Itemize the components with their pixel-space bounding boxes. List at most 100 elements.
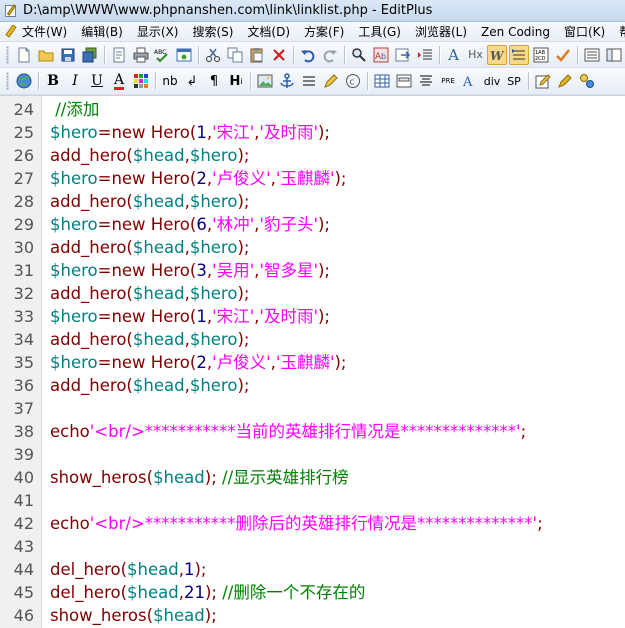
- code-token: echo: [50, 514, 90, 533]
- code-line[interactable]: 36 add_hero($head,$hero);: [0, 374, 625, 397]
- menu-project[interactable]: 方案(F): [297, 22, 351, 42]
- line-number: 45: [13, 583, 34, 602]
- new-file-button[interactable]: [14, 45, 34, 65]
- check-syntax-button[interactable]: [553, 45, 573, 65]
- code-line[interactable]: 29 $hero=new Hero(6,'林冲','豹子头');: [0, 213, 625, 236]
- goto-button[interactable]: [393, 45, 413, 65]
- word-wrap-button[interactable]: W: [487, 44, 508, 65]
- code-line[interactable]: 34 add_hero($head,$hero);: [0, 328, 625, 351]
- code-line[interactable]: 42 echo'<br/>***********删除后的英雄排行情况是******…: [0, 512, 625, 535]
- code-line[interactable]: 45 del_hero($head,21); //删除一个不存在的: [0, 581, 625, 604]
- code-line[interactable]: 43: [0, 535, 625, 558]
- div-button[interactable]: div: [482, 71, 502, 91]
- span-button[interactable]: SP: [504, 71, 524, 91]
- code-line[interactable]: 44 del_hero($head,1);: [0, 558, 625, 581]
- table-button[interactable]: [372, 71, 392, 91]
- code-token: =: [97, 307, 112, 326]
- redo-button[interactable]: [320, 45, 340, 65]
- menu-search[interactable]: 搜索(S): [185, 22, 240, 42]
- edit-tag-button[interactable]: [533, 71, 553, 91]
- menu-view[interactable]: 显示(X): [130, 22, 186, 42]
- anchor-button[interactable]: [277, 71, 297, 91]
- directory-window-button[interactable]: [582, 45, 602, 65]
- menu-tools[interactable]: 工具(G): [351, 22, 408, 42]
- code-line[interactable]: 28 add_hero($head,$hero);: [0, 190, 625, 213]
- cut-button[interactable]: [203, 45, 223, 65]
- code-line[interactable]: 24 //添加: [0, 98, 625, 121]
- image-button[interactable]: [255, 71, 275, 91]
- line-number-button[interactable]: 1AB 2CD: [531, 45, 551, 65]
- line-break-button[interactable]: ↲: [182, 71, 202, 91]
- nbsp-button[interactable]: nb: [160, 71, 180, 91]
- paragraph-button[interactable]: ¶: [204, 71, 224, 91]
- ruler-button[interactable]: [509, 44, 530, 65]
- code-token: $hero: [189, 238, 238, 257]
- copy-button[interactable]: [225, 45, 245, 65]
- delete-button[interactable]: [269, 45, 289, 65]
- hx-button[interactable]: Hx: [466, 45, 486, 65]
- code-line[interactable]: 46 show_heros($head);: [0, 604, 625, 627]
- underline-button[interactable]: U: [87, 71, 107, 91]
- browser-button[interactable]: [14, 71, 34, 91]
- paste-button[interactable]: [247, 45, 267, 65]
- code-line[interactable]: 41: [0, 489, 625, 512]
- cliptext-button[interactable]: [604, 45, 624, 65]
- code-token: 21: [183, 583, 205, 602]
- open-file-button[interactable]: [36, 45, 56, 65]
- code-token: new Hero(: [111, 261, 197, 280]
- toolbar-grip[interactable]: [6, 72, 9, 90]
- heading-button[interactable]: Hi: [226, 71, 246, 91]
- color-picker-button[interactable]: [131, 71, 151, 91]
- print-preview-button[interactable]: [109, 45, 129, 65]
- code-line[interactable]: 33 $hero=new Hero(1,'宋江','及时雨');: [0, 305, 625, 328]
- find-button[interactable]: [349, 45, 369, 65]
- code-token: );: [317, 215, 330, 234]
- code-editor[interactable]: 24 //添加 25 $hero=new Hero(1,'宋江','及时雨'); 26…: [0, 95, 625, 628]
- menu-document[interactable]: 文档(D): [240, 22, 297, 42]
- settings-button[interactable]: [577, 71, 597, 91]
- indent-button[interactable]: [415, 45, 435, 65]
- copyright-button[interactable]: c: [343, 71, 363, 91]
- form-button[interactable]: [394, 71, 414, 91]
- window-list-icon: [584, 48, 600, 61]
- font-color-button[interactable]: A: [109, 71, 129, 91]
- menu-edit[interactable]: 编辑(B): [74, 22, 130, 42]
- horizontal-rule-button[interactable]: [299, 71, 319, 91]
- align-button[interactable]: [416, 71, 436, 91]
- save-all-button[interactable]: [80, 45, 100, 65]
- code-line[interactable]: 27 $hero=new Hero(2,'卢俊义','玉麒麟');: [0, 167, 625, 190]
- font-button[interactable]: A: [460, 71, 480, 91]
- code-line[interactable]: 38 echo'<br/>***********当前的英雄排行情况是*******…: [0, 420, 625, 443]
- script-button[interactable]: [555, 71, 575, 91]
- menu-window[interactable]: 窗口(K): [557, 22, 612, 42]
- comment-button[interactable]: [321, 71, 341, 91]
- font-size-button[interactable]: A: [444, 45, 464, 65]
- code-token: $hero: [50, 307, 98, 326]
- menu-browser[interactable]: 浏览器(L): [408, 22, 474, 42]
- bold-button[interactable]: B: [43, 71, 63, 91]
- code-token: '智多星': [259, 261, 318, 280]
- toolbar-separator: [103, 45, 105, 64]
- code-line[interactable]: 39: [0, 443, 625, 466]
- code-line[interactable]: 26 add_hero($head,$hero);: [0, 144, 625, 167]
- menu-zen-coding[interactable]: Zen Coding: [474, 22, 557, 42]
- save-button[interactable]: [58, 45, 78, 65]
- menu-help[interactable]: 帮助: [612, 22, 625, 42]
- italic-button[interactable]: I: [65, 71, 85, 91]
- replace-button[interactable]: Ab: [371, 45, 391, 65]
- code-line[interactable]: 37: [0, 397, 625, 420]
- spell-check-button[interactable]: ABC: [153, 45, 173, 65]
- code-line[interactable]: 35 $hero=new Hero(2,'卢俊义','玉麒麟');: [0, 351, 625, 374]
- undo-button[interactable]: [298, 45, 318, 65]
- print-button[interactable]: [131, 45, 151, 65]
- code-line[interactable]: 40 show_heros($head); //显示英雄排行榜: [0, 466, 625, 489]
- pen-icon: [324, 74, 338, 88]
- code-line[interactable]: 32 add_hero($head,$hero);: [0, 282, 625, 305]
- pre-button[interactable]: PRE: [438, 71, 458, 91]
- browser-preview-button[interactable]: [174, 45, 194, 65]
- code-line[interactable]: 30 add_hero($head,$hero);: [0, 236, 625, 259]
- code-line[interactable]: 25 $hero=new Hero(1,'宋江','及时雨');: [0, 121, 625, 144]
- toolbar-grip[interactable]: [6, 45, 9, 64]
- code-token: $head: [127, 560, 179, 579]
- code-line[interactable]: 31 $hero=new Hero(3,'吴用','智多星');: [0, 259, 625, 282]
